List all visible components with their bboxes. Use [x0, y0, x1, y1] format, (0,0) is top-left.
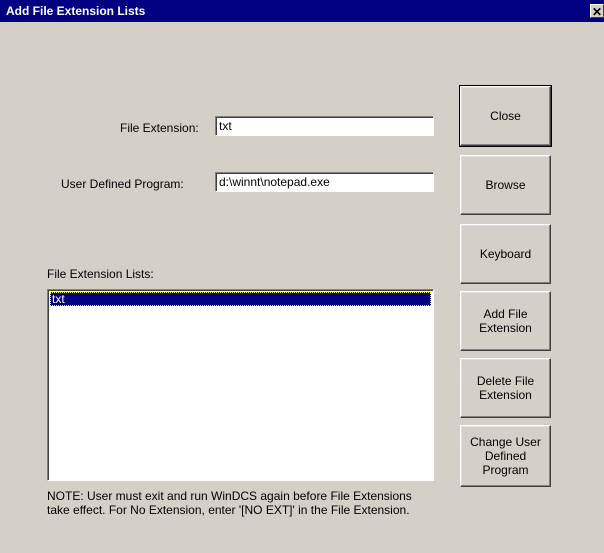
browse-button[interactable]: Browse [460, 155, 551, 215]
delete-file-extension-button[interactable]: Delete File Extension [460, 358, 551, 418]
change-user-defined-program-button[interactable]: Change User Defined Program [460, 425, 551, 487]
title-bar: Add File Extension Lists ✕ [0, 0, 604, 22]
close-icon[interactable]: ✕ [590, 4, 604, 19]
file-extension-input[interactable]: txt [215, 116, 434, 136]
add-file-extension-button[interactable]: Add File Extension [460, 291, 551, 351]
list-item[interactable]: txt [50, 292, 431, 306]
keyboard-button[interactable]: Keyboard [460, 224, 551, 284]
note-line-2: take effect. For No Extension, enter '[N… [47, 503, 410, 517]
program-input[interactable]: d:\winnt\notepad.exe [215, 172, 434, 192]
file-extension-listbox[interactable]: txt [47, 289, 434, 481]
close-button[interactable]: Close [459, 85, 552, 147]
program-label: User Defined Program: [61, 177, 184, 191]
note-line-1: NOTE: User must exit and run WinDCS agai… [47, 489, 412, 503]
file-extension-list-label: File Extension Lists: [47, 267, 154, 281]
note-text: NOTE: User must exit and run WinDCS agai… [47, 489, 547, 517]
window-title: Add File Extension Lists [6, 4, 146, 18]
file-extension-label: File Extension: [120, 121, 199, 135]
